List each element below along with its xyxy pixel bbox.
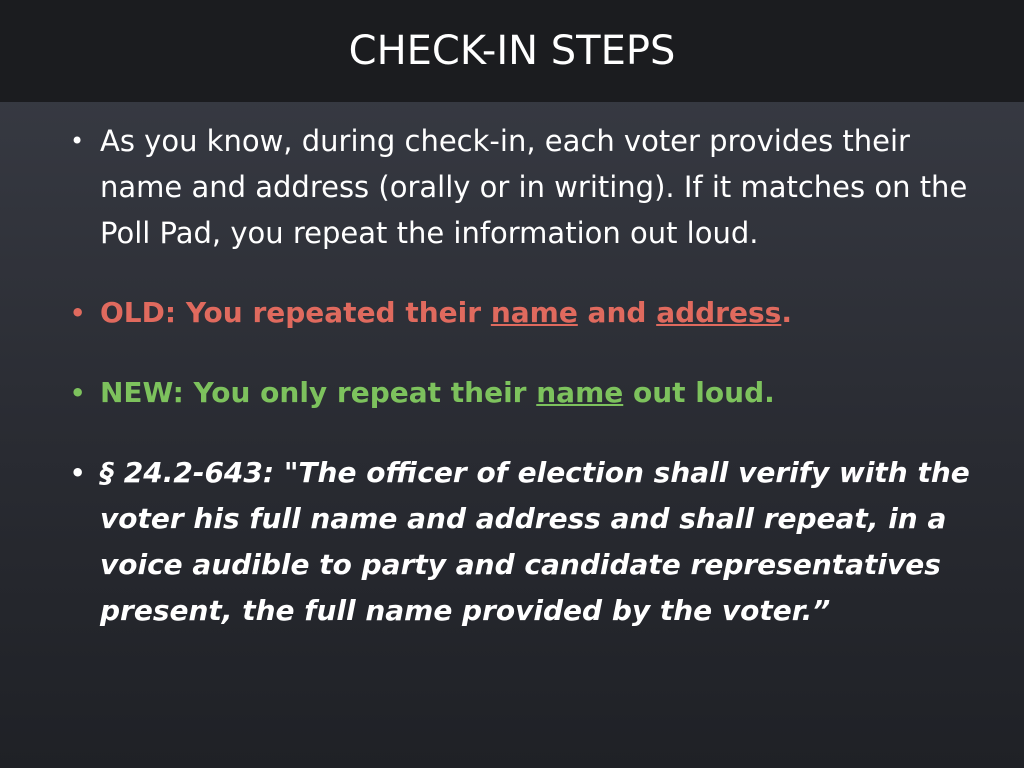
title-bar: CHECK-IN STEPS: [0, 0, 1024, 102]
bullet-text-prefix: OLD: You repeated their: [100, 296, 491, 329]
bullet-icon: •: [70, 379, 86, 407]
bullet-item-intro: • As you know, during check-in, each vot…: [70, 118, 970, 256]
bullet-icon: •: [70, 299, 86, 327]
bullet-text-mid: and: [577, 296, 657, 329]
bullet-icon: •: [70, 459, 86, 487]
bullet-text: § 24.2-643: "The officer of election sha…: [100, 456, 970, 627]
bullet-icon: •: [70, 127, 85, 155]
bullet-text-suffix: .: [781, 296, 792, 329]
underlined-word-name: name: [536, 376, 624, 409]
underlined-word-name: name: [490, 296, 578, 329]
bullet-text: As you know, during check-in, each voter…: [100, 124, 968, 250]
underlined-word-address: address: [656, 296, 782, 329]
bullet-text-suffix: out loud.: [623, 376, 775, 409]
slide-title: CHECK-IN STEPS: [348, 28, 676, 74]
bullet-item-statute: • § 24.2-643: "The officer of election s…: [70, 450, 970, 634]
bullet-text-prefix: NEW: You only repeat their: [100, 376, 537, 409]
bullet-item-old: • OLD: You repeated their name and addre…: [70, 290, 970, 336]
bullet-item-new: • NEW: You only repeat their name out lo…: [70, 370, 970, 416]
bullet-list: • As you know, during check-in, each vot…: [70, 118, 970, 634]
